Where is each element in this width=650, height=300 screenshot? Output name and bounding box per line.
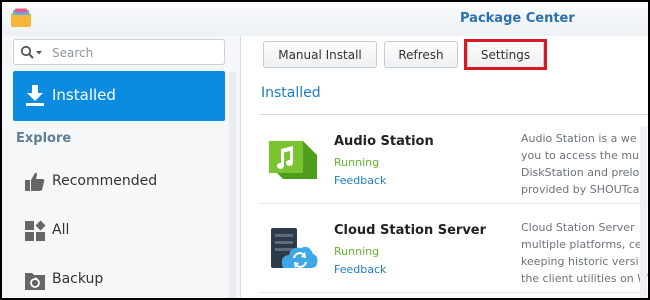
- sidebar-item-recommended[interactable]: Recommended: [13, 160, 225, 204]
- main-scrollbar[interactable]: [640, 126, 647, 298]
- sidebar-item-label: Recommended: [52, 173, 158, 189]
- manual-install-button[interactable]: Manual Install: [263, 41, 377, 68]
- status-badge: Running: [334, 156, 380, 169]
- settings-highlight-box: [464, 39, 547, 70]
- description-line: multiple platforms, ce: [521, 238, 642, 251]
- feedback-link[interactable]: Feedback: [334, 263, 386, 276]
- description-line: provided by SHOUTca: [521, 183, 640, 196]
- download-icon: [23, 83, 47, 107]
- sidebar: Installed Explore Recommended A: [2, 36, 241, 298]
- cloud-station-icon: [267, 224, 319, 274]
- backup-icon: [23, 268, 47, 292]
- description-line: keeping historic versi: [521, 255, 639, 268]
- description-line: DiskStation and prelo: [521, 166, 640, 179]
- search-box[interactable]: [13, 39, 225, 65]
- description-line: Cloud Station Server: [521, 221, 635, 234]
- package-center-window: Package Center Installed: [2, 2, 648, 298]
- package-row-audio-station[interactable]: Audio Station Running Feedback Audio Sta…: [259, 115, 648, 204]
- main-panel: Manual Install Refresh Settings Installe…: [241, 36, 648, 298]
- audio-station-icon: [267, 135, 319, 185]
- status-badge: Running: [334, 245, 380, 258]
- sidebar-scrollbar[interactable]: [229, 72, 236, 298]
- package-center-icon: [10, 8, 32, 28]
- sidebar-item-label: All: [52, 222, 70, 238]
- window-title: Package Center: [460, 11, 575, 26]
- description-line: you to access the mu: [521, 149, 640, 162]
- package-description: Cloud Station Server multiple platforms,…: [521, 219, 648, 287]
- package-row-cloud-station-server[interactable]: Cloud Station Server Running Feedback Cl…: [259, 204, 648, 293]
- description-line: Audio Station is a we: [521, 132, 637, 145]
- section-heading-explore: Explore: [16, 131, 72, 146]
- sidebar-item-backup[interactable]: Backup: [13, 258, 225, 298]
- package-name: Audio Station: [334, 134, 434, 149]
- page-title: Installed: [261, 85, 321, 101]
- package-description: Audio Station is a we you to access the …: [521, 130, 648, 198]
- search-icon[interactable]: [20, 45, 42, 61]
- refresh-button[interactable]: Refresh: [384, 41, 458, 68]
- title-bar: Package Center: [2, 2, 648, 36]
- sidebar-item-installed[interactable]: Installed: [13, 71, 225, 121]
- sidebar-item-label: Installed: [52, 86, 116, 104]
- package-name: Cloud Station Server: [334, 223, 487, 238]
- thumbs-up-icon: [23, 170, 47, 194]
- search-input[interactable]: [50, 43, 224, 63]
- sidebar-item-label: Backup: [52, 271, 104, 287]
- description-line: the client utilities on W: [521, 272, 648, 285]
- grid-icon: [23, 219, 47, 243]
- sidebar-item-all[interactable]: All: [13, 209, 225, 253]
- feedback-link[interactable]: Feedback: [334, 174, 386, 187]
